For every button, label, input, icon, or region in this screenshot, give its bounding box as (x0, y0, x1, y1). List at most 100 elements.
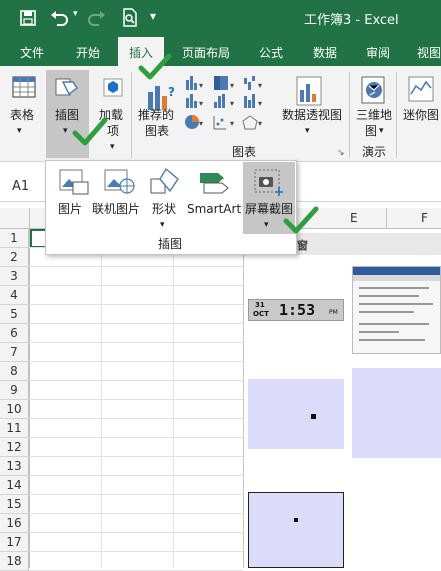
hierarchy-chart-icon: ▾ (214, 76, 234, 90)
chart-type-buttons[interactable]: ▾ ▾ ▾ ▾ ▾ ▾ ▾ ▾ ▾ (184, 74, 274, 132)
row-header[interactable]: 3 (0, 267, 29, 286)
title-bar: ▾ ▾ 工作簿3 - Excel (0, 0, 441, 36)
row-header[interactable]: 15 (0, 495, 29, 514)
row-header[interactable]: 18 (0, 552, 29, 571)
tab-review[interactable]: 审阅 (366, 44, 390, 61)
grid-line (29, 399, 243, 400)
pivot-chart-dropdown-icon[interactable]: ▾ (305, 124, 310, 138)
tab-data[interactable]: 数据 (313, 44, 337, 61)
pivot-chart-label[interactable]: 数据透视图 (282, 108, 342, 122)
ribbon-separator (396, 72, 397, 158)
screenshot-dropdown-icon: ▾ (264, 220, 269, 230)
pivot-chart-icon (296, 76, 322, 106)
row-header[interactable]: 17 (0, 533, 29, 552)
row-header[interactable]: 4 (0, 286, 29, 305)
undo-dropdown-icon[interactable]: ▾ (73, 9, 78, 19)
grid-line (29, 456, 243, 457)
addins-label-2[interactable]: 项 (107, 124, 119, 138)
grid-line (29, 437, 243, 438)
grid-line (29, 285, 243, 286)
svg-text:▾: ▾ (199, 99, 203, 108)
row-header[interactable]: 11 (0, 419, 29, 438)
addins-icon (103, 78, 123, 97)
window-thumbnail-blank-3[interactable] (248, 492, 344, 568)
tab-formulas[interactable]: 公式 (259, 44, 283, 61)
smartart-button-label[interactable]: SmartArt (187, 202, 241, 216)
window-thumbnail-blank-2[interactable] (352, 368, 441, 458)
name-box[interactable]: A1 (12, 179, 29, 194)
thumbnail-dot (294, 518, 298, 522)
shapes-dropdown-icon[interactable]: ▾ (160, 218, 165, 232)
screenshot-icon (254, 169, 283, 196)
row-header[interactable]: 7 (0, 343, 29, 362)
row-header[interactable]: 13 (0, 457, 29, 476)
tours-group-label: 演示 (362, 145, 387, 159)
line-chart-icon: ▾ (186, 94, 203, 108)
svg-text:▾: ▾ (230, 119, 234, 128)
undo-icon[interactable] (50, 9, 72, 27)
addins-dropdown-icon[interactable]: ▾ (110, 140, 115, 154)
row-header[interactable]: 10 (0, 400, 29, 419)
redo-icon (88, 11, 105, 26)
svg-text:▾: ▾ (199, 81, 203, 90)
3d-map-label-2[interactable]: 图 (365, 124, 377, 138)
window-thumbnail-document[interactable] (352, 266, 441, 354)
row-header[interactable]: 9 (0, 381, 29, 400)
row-header[interactable]: 14 (0, 476, 29, 495)
grid-line (29, 266, 243, 267)
3d-map-label-1[interactable]: 三维地 (356, 108, 392, 122)
tab-view[interactable]: 视图 (417, 44, 441, 61)
thumbnail-text-line (359, 303, 433, 305)
row-header[interactable]: 5 (0, 305, 29, 324)
thumbnail-text-line (359, 287, 429, 289)
ribbon: 表格 ▾ 插图 ▾ 加载 项 ▾ ? 推荐的 图表 ▾ ▾ ▾ ▾ ▾ ▾ ▾ … (0, 66, 441, 162)
row-header[interactable]: 1 (0, 229, 29, 248)
customize-toolbar-icon[interactable]: ▾ (150, 9, 156, 23)
table-icon (12, 76, 36, 98)
print-preview-icon[interactable] (122, 8, 138, 27)
clock-date-bottom: OCT (253, 310, 269, 318)
ribbon-separator (131, 72, 132, 158)
row-header[interactable]: 16 (0, 514, 29, 533)
column-chart-icon: ▾ (186, 76, 203, 90)
svg-text:▾: ▾ (230, 99, 234, 108)
column-header-f[interactable]: F (421, 211, 428, 225)
waterfall-chart-icon: ▾ (244, 76, 262, 90)
tab-file[interactable]: 文件 (20, 44, 44, 61)
check-mark-icon (138, 53, 172, 80)
tab-page-layout[interactable]: 页面布局 (182, 44, 230, 61)
row-header[interactable]: 8 (0, 362, 29, 381)
row-header[interactable]: 12 (0, 438, 29, 457)
thumbnail-text-line (359, 295, 419, 297)
row-header[interactable]: 2 (0, 248, 29, 267)
thumbnail-toolbar (353, 275, 440, 281)
table-button-label[interactable]: 表格 (10, 108, 34, 122)
svg-text:▾: ▾ (199, 119, 203, 128)
shapes-button-label[interactable]: 形状 (152, 202, 176, 216)
statistic-chart-icon: ▾ (214, 94, 234, 108)
online-pictures-button-label[interactable]: 联机图片 (92, 202, 140, 216)
3d-map-dropdown-icon[interactable]: ▾ (379, 124, 384, 138)
grid-line (29, 323, 243, 324)
grid-line (29, 513, 243, 514)
window-thumbnail-clock[interactable]: 31 OCT 1:53 PM (248, 299, 344, 321)
save-icon[interactable] (20, 10, 36, 26)
thumbnail-text-line (359, 323, 429, 325)
recommended-charts-label-2[interactable]: 图表 (145, 124, 169, 138)
shapes-icon (150, 167, 179, 194)
row-header[interactable]: 6 (0, 324, 29, 343)
grid-line (29, 380, 243, 381)
radar-chart-icon: ▾ (242, 115, 262, 130)
scatter-chart-icon: ▾ (213, 116, 234, 130)
table-dropdown-icon[interactable]: ▾ (17, 124, 22, 138)
charts-dialog-launcher-icon[interactable]: ↘ (337, 148, 345, 158)
ribbon-separator (349, 72, 350, 158)
svg-text:▾: ▾ (258, 81, 262, 90)
tab-home[interactable]: 开始 (76, 44, 100, 61)
pictures-button-label[interactable]: 图片 (58, 202, 82, 216)
column-header-e[interactable]: E (350, 211, 358, 225)
recommended-charts-label-1[interactable]: 推荐的 (138, 108, 174, 122)
sparkline-label[interactable]: 迷你图 (403, 108, 439, 122)
window-thumbnail-blank-1[interactable] (248, 379, 344, 449)
svg-text:▾: ▾ (258, 119, 262, 128)
